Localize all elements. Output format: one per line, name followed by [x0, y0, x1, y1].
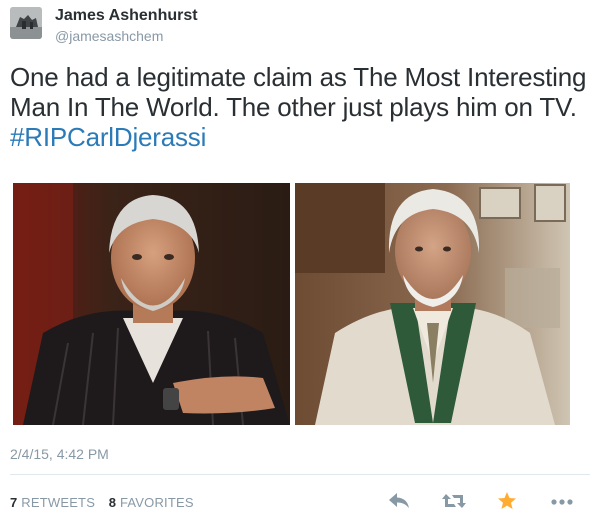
- reply-icon: [389, 493, 409, 508]
- hashtag-link[interactable]: #RIPCarlDjerassi: [10, 122, 206, 152]
- tweet-stats: 7 RETWEETS 8 FAVORITES: [10, 495, 194, 510]
- avatar[interactable]: [10, 7, 42, 39]
- profile-photo-icon: [10, 7, 42, 39]
- tweet-card: James Ashenhurst @jamesashchem One had a…: [0, 0, 600, 520]
- tweet-body: One had a legitimate claim as The Most I…: [10, 62, 587, 122]
- tweet-timestamp[interactable]: 2/4/15, 4:42 PM: [10, 446, 109, 462]
- more-dots-icon: [551, 499, 573, 505]
- retweets-label[interactable]: RETWEETS: [21, 495, 95, 510]
- tweet-photo-right[interactable]: [295, 183, 570, 425]
- photo-right-image: [295, 183, 570, 425]
- user-handle[interactable]: @jamesashchem: [55, 28, 163, 44]
- retweet-button[interactable]: [441, 490, 467, 512]
- tweet-photo-left[interactable]: [13, 183, 290, 425]
- photo-left-image: [13, 183, 290, 425]
- retweets-count[interactable]: 7: [10, 495, 17, 510]
- favorites-label[interactable]: FAVORITES: [120, 495, 194, 510]
- favorites-count[interactable]: 8: [109, 495, 116, 510]
- tweet-text: One had a legitimate claim as The Most I…: [10, 62, 590, 152]
- more-button[interactable]: [550, 490, 574, 512]
- display-name[interactable]: James Ashenhurst: [55, 7, 198, 25]
- retweet-icon: [442, 494, 466, 508]
- star-icon: [498, 492, 516, 509]
- favorite-button[interactable]: [497, 490, 517, 512]
- divider: [10, 474, 590, 475]
- reply-button[interactable]: [387, 490, 411, 512]
